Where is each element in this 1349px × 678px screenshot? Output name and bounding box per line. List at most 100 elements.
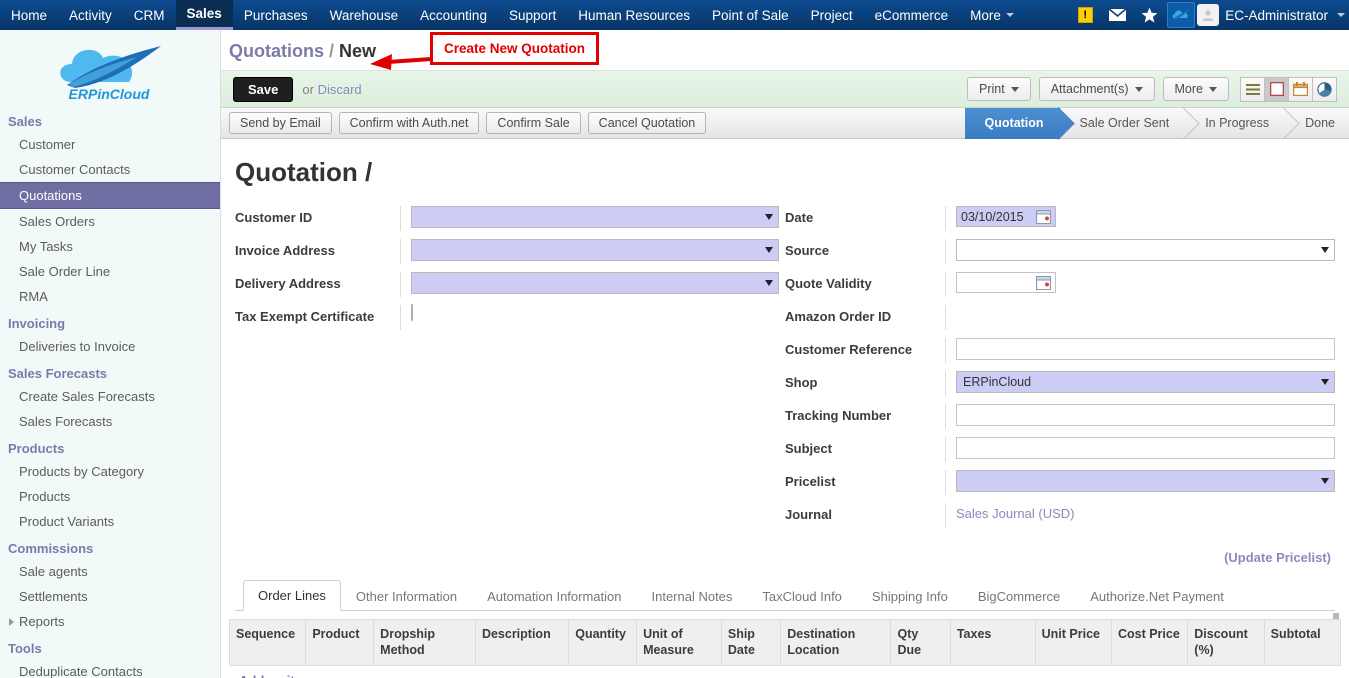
- tab-shipping-info[interactable]: Shipping Info: [857, 581, 963, 611]
- column-header-cost-price[interactable]: Cost Price: [1110, 618, 1189, 667]
- sidebar-item-create-sales-forecasts[interactable]: Create Sales Forecasts: [0, 384, 220, 409]
- sidebar-item-customer[interactable]: Customer: [0, 132, 220, 157]
- date-date-input[interactable]: 03/10/2015: [956, 206, 1056, 227]
- tab-automation-information[interactable]: Automation Information: [472, 581, 636, 611]
- column-header-unit-price[interactable]: Unit Price: [1034, 618, 1112, 667]
- tab-authorize-net-payment[interactable]: Authorize.Net Payment: [1075, 581, 1239, 611]
- action-cancel-quotation-button[interactable]: Cancel Quotation: [587, 112, 707, 134]
- sidebar-item-label: Products: [19, 489, 71, 504]
- shop-select[interactable]: ERPinCloud: [956, 371, 1335, 393]
- sidebar-item-label: Settlements: [19, 589, 88, 604]
- save-button[interactable]: Save: [233, 76, 294, 102]
- calendar-icon[interactable]: [1036, 209, 1051, 224]
- calendar-view-icon[interactable]: [1288, 76, 1313, 102]
- tab-order-lines[interactable]: Order Lines: [243, 580, 341, 611]
- customer-id-select[interactable]: [411, 206, 779, 228]
- nav-item-more[interactable]: More: [959, 0, 1025, 30]
- field-label: Date: [785, 210, 814, 225]
- star-icon[interactable]: [1133, 0, 1165, 30]
- tax-exempt-certificate-checkbox[interactable]: [411, 304, 413, 321]
- nav-item-point-of-sale[interactable]: Point of Sale: [701, 0, 800, 30]
- update-pricelist-link[interactable]: (Update Pricelist): [235, 550, 1335, 565]
- sidebar-item-deduplicate-contacts[interactable]: Deduplicate Contacts: [0, 659, 220, 678]
- nav-item-purchases[interactable]: Purchases: [233, 0, 319, 30]
- tracking-number-input[interactable]: [956, 404, 1335, 426]
- nav-item-warehouse[interactable]: Warehouse: [319, 0, 410, 30]
- sidebar-group-invoicing: Invoicing: [8, 316, 66, 331]
- stage-label: Sale Order Sent: [1079, 116, 1170, 130]
- tab-bigcommerce[interactable]: BigCommerce: [963, 581, 1075, 611]
- column-header-unit-of-measure[interactable]: Unit of Measure: [636, 618, 722, 667]
- sidebar-item-quotations[interactable]: Quotations: [0, 182, 220, 209]
- toolbar-attachment-s--button[interactable]: Attachment(s): [1038, 77, 1155, 101]
- sidebar-item-customer-contacts[interactable]: Customer Contacts: [0, 157, 220, 182]
- subject-input[interactable]: [956, 437, 1335, 459]
- nav-item-support[interactable]: Support: [498, 0, 567, 30]
- action-confirm-with-auth-net-button[interactable]: Confirm with Auth.net: [338, 112, 480, 134]
- column-header-sequence[interactable]: Sequence: [228, 618, 307, 667]
- mail-icon[interactable]: [1101, 0, 1133, 30]
- form-view-icon[interactable]: [1264, 76, 1289, 102]
- action-confirm-sale-button[interactable]: Confirm Sale: [486, 112, 581, 134]
- sidebar-item-sale-order-line[interactable]: Sale Order Line: [0, 259, 220, 284]
- column-header-taxes[interactable]: Taxes: [949, 618, 1036, 667]
- nav-item-accounting[interactable]: Accounting: [409, 0, 498, 30]
- column-header-qty-due[interactable]: Qty Due: [890, 618, 951, 667]
- warning-badge-icon[interactable]: !: [1069, 0, 1101, 30]
- sidebar-item-rma[interactable]: RMA: [0, 284, 220, 309]
- stage-quotation[interactable]: Quotation: [964, 107, 1060, 139]
- nav-item-label: Warehouse: [329, 7, 399, 23]
- column-header-destination-location[interactable]: Destination Location: [780, 618, 892, 667]
- list-view-icon[interactable]: [1240, 76, 1265, 102]
- sidebar-item-deliveries-to-invoice[interactable]: Deliveries to Invoice: [0, 334, 220, 359]
- add-an-item-link[interactable]: Add an item: [229, 666, 1341, 678]
- nav-item-ecommerce[interactable]: eCommerce: [864, 0, 960, 30]
- invoice-address-select[interactable]: [411, 239, 779, 261]
- calendar-icon[interactable]: [1036, 275, 1051, 290]
- sidebar-item-settlements[interactable]: Settlements: [0, 584, 220, 609]
- tab-taxcloud-info[interactable]: TaxCloud Info: [747, 581, 857, 611]
- sidebar-item-sale-agents[interactable]: Sale agents: [0, 559, 220, 584]
- graph-view-icon[interactable]: [1312, 76, 1337, 102]
- nav-item-sales[interactable]: Sales: [175, 0, 233, 30]
- sidebar-item-my-tasks[interactable]: My Tasks: [0, 234, 220, 259]
- tab-other-information[interactable]: Other Information: [341, 581, 472, 611]
- action-send-by-email-button[interactable]: Send by Email: [229, 112, 332, 134]
- sidebar-item-sales-forecasts[interactable]: Sales Forecasts: [0, 409, 220, 434]
- sidebar-item-sales-orders[interactable]: Sales Orders: [0, 209, 220, 234]
- app-logo[interactable]: ERPinCloud: [0, 30, 220, 107]
- quote-validity-date-input[interactable]: [956, 272, 1056, 293]
- breadcrumb-parent[interactable]: Quotations: [229, 41, 324, 61]
- user-menu[interactable]: EC-Administrator: [1197, 0, 1345, 30]
- cloud-app-icon[interactable]: [1165, 0, 1197, 30]
- sidebar-item-product-variants[interactable]: Product Variants: [0, 509, 220, 534]
- source-select[interactable]: [956, 239, 1335, 261]
- toolbar-more-button[interactable]: More: [1162, 77, 1229, 101]
- nav-item-activity[interactable]: Activity: [58, 0, 123, 30]
- nav-item-home[interactable]: Home: [0, 0, 58, 30]
- username-label: EC-Administrator: [1225, 7, 1328, 23]
- field-value-wrap: [956, 437, 1335, 459]
- toolbar-print-button[interactable]: Print: [967, 77, 1031, 101]
- chevron-down-icon: [765, 214, 773, 220]
- nav-item-crm[interactable]: CRM: [123, 0, 176, 30]
- column-header-ship-date[interactable]: Ship Date: [720, 618, 782, 667]
- delivery-address-select[interactable]: [411, 272, 779, 294]
- pricelist-select[interactable]: [956, 470, 1335, 492]
- stage-sale-order-sent[interactable]: Sale Order Sent: [1060, 108, 1186, 139]
- tab-internal-notes[interactable]: Internal Notes: [636, 581, 747, 611]
- nav-item-human-resources[interactable]: Human Resources: [567, 0, 701, 30]
- column-header-quantity[interactable]: Quantity: [568, 618, 638, 667]
- discard-link[interactable]: Discard: [318, 82, 362, 97]
- column-header-product[interactable]: Product: [305, 618, 375, 667]
- sidebar-item-products-by-category[interactable]: Products by Category: [0, 459, 220, 484]
- column-header-subtotal[interactable]: Subtotal: [1263, 618, 1342, 667]
- column-header-description[interactable]: Description: [474, 618, 570, 667]
- customer-reference-input[interactable]: [956, 338, 1335, 360]
- sidebar-item-products[interactable]: Products: [0, 484, 220, 509]
- column-header-dropship-method[interactable]: Dropship Method: [373, 618, 476, 667]
- nav-item-project[interactable]: Project: [800, 0, 864, 30]
- scroll-nub[interactable]: [1333, 613, 1339, 619]
- sidebar-item-reports[interactable]: Reports: [0, 609, 220, 634]
- column-header-discount-[interactable]: Discount (%): [1187, 618, 1265, 667]
